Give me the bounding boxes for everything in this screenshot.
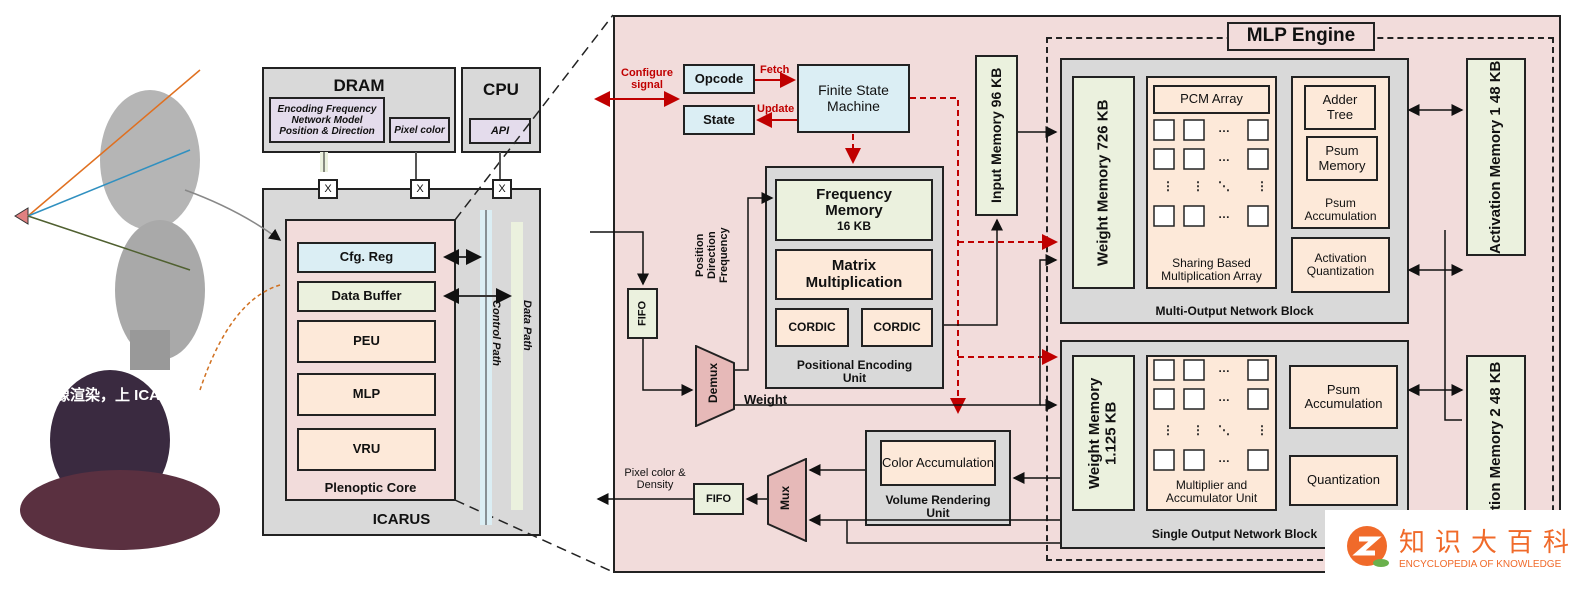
dram-data-box: Encoding Frequency Network Model Positio… [269, 97, 385, 143]
update-label: Update [757, 103, 795, 115]
weight-memory-726kb: Weight Memory 726 KB [1072, 76, 1135, 289]
pcm-array: PCM Array [1153, 85, 1270, 114]
cordic-1: CORDIC [775, 308, 849, 347]
peu-block: PEU [297, 320, 436, 363]
x-port-2: X [410, 179, 430, 199]
data-path-label: Data Path [521, 300, 534, 351]
mux: Mux [767, 457, 807, 543]
plenoptic-core-label: Plenoptic Core [324, 479, 417, 495]
pcm-grid: … … … ⋮ ⋮ ⋱ ⋮ [1153, 119, 1269, 227]
frequency-memory-label: Frequency Memory [816, 185, 892, 220]
frequency-memory-size: 16 KB [836, 218, 871, 233]
watermark-cn: 知识大百科 [1399, 527, 1580, 557]
demux: Demux [695, 344, 735, 428]
cpu-title: CPU [483, 80, 519, 99]
quantization: Quantization [1289, 455, 1398, 506]
svg-text:…: … [1218, 121, 1230, 135]
psum-memory: Psum Memory [1306, 136, 1378, 181]
svg-text:…: … [1218, 361, 1230, 375]
svg-text:⋮: ⋮ [1256, 179, 1268, 193]
svg-text:…: … [1218, 207, 1230, 221]
vru-block: VRU [297, 428, 436, 471]
svg-text:…: … [1218, 390, 1230, 404]
mlp-engine-title: MLP Engine [1227, 22, 1375, 51]
weight-label: Weight [744, 392, 788, 407]
frequency-memory: Frequency Memory 16 KB [775, 179, 933, 241]
weight-memory-1-125kb: Weight Memory 1.125 KB [1072, 355, 1135, 511]
mlp-block-label: MLP [352, 386, 381, 401]
activation-memory-1: Activation Memory 1 48 KB [1466, 58, 1526, 256]
peu-label: Positional Encoding Unit [796, 357, 913, 385]
encoding-inputs-label: Position Direction Frequency [694, 227, 731, 283]
svg-text:⋮: ⋮ [1256, 423, 1268, 437]
watermark: 知识大百科 ENCYCLOPEDIA OF KNOWLEDGE [1325, 510, 1591, 582]
icarus-title: ICARUS [372, 510, 431, 528]
multi-output-label: Multi-Output Network Block [1155, 303, 1314, 318]
api-box: API [469, 118, 531, 144]
single-output-label: Single Output Network Block [1151, 526, 1318, 541]
nerf-scene-illustration [0, 40, 265, 560]
opcode-box: Opcode [683, 64, 755, 94]
color-accumulation: Color Accumulation [880, 440, 996, 486]
activation-quantization: Activation Quantization [1291, 237, 1390, 293]
configure-signal-label: Configure signal [621, 67, 673, 92]
x-port-1: X [318, 179, 338, 199]
psum-accumulation-single: Psum Accumulation [1289, 365, 1398, 429]
pixel-output-label: Pixel color & Density [624, 467, 686, 492]
cordic-2: CORDIC [861, 308, 933, 347]
watermark-logo-icon [1347, 526, 1389, 567]
svg-text:⋮: ⋮ [1162, 179, 1174, 193]
fetch-label: Fetch [760, 64, 790, 76]
mac-unit-label: Multiplier and Accumulator Unit [1165, 477, 1258, 505]
demux-label: Demux [706, 363, 720, 404]
svg-text:…: … [1218, 150, 1230, 164]
svg-text:⋱: ⋱ [1218, 179, 1230, 193]
data-buffer: Data Buffer [297, 281, 436, 312]
psum-accumulation-multi-label: Psum Accumulation [1304, 195, 1377, 223]
mac-grid: … … … ⋮ ⋮ ⋱ ⋮ [1153, 359, 1269, 471]
svg-text:…: … [1218, 451, 1230, 465]
dram-title: DRAM [333, 76, 385, 95]
cfg-reg: Cfg. Reg [297, 242, 436, 273]
fsm-box: Finite State Machine [797, 64, 910, 133]
matrix-multiplication: Matrix Multiplication [775, 249, 933, 300]
adder-tree: Adder Tree [1304, 85, 1376, 130]
dram-pixel-box: Pixel color [389, 117, 450, 143]
svg-text:⋮: ⋮ [1192, 179, 1204, 193]
fifo-output: FIFO [693, 483, 744, 515]
input-memory: Input Memory 96 KB [975, 55, 1018, 216]
sharing-array-label: Sharing Based Multiplication Array [1161, 255, 1262, 283]
svg-text:⋱: ⋱ [1218, 423, 1230, 437]
watermark-en: ENCYCLOPEDIA OF KNOWLEDGE [1399, 559, 1562, 570]
state-box: State [683, 105, 755, 135]
mux-label: Mux [778, 486, 792, 510]
x-port-3: X [492, 179, 512, 199]
fifo-input: FIFO [627, 288, 658, 339]
svg-text:⋮: ⋮ [1192, 423, 1204, 437]
control-path-label: Control Path [490, 300, 503, 366]
vru-label: Volume Rendering Unit [885, 492, 991, 520]
svg-text:⋮: ⋮ [1162, 423, 1174, 437]
